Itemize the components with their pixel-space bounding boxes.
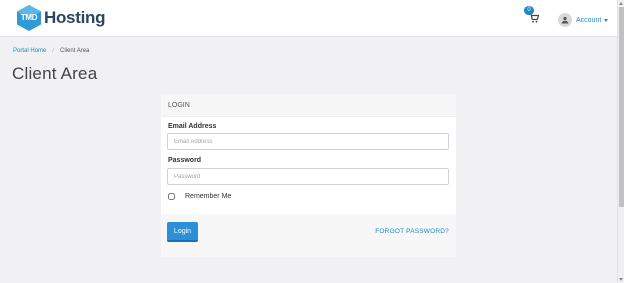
breadcrumb: Portal Home / Client Area — [13, 48, 89, 54]
email-label: Email Address — [168, 123, 217, 130]
user-icon — [558, 13, 572, 27]
remember-me-label[interactable]: Remember Me — [185, 193, 231, 200]
cart-count-badge: 0 — [524, 6, 534, 15]
remember-me-row: Remember Me — [168, 193, 231, 200]
login-panel-footer: Login FORGOT PASSWORD? — [161, 214, 456, 257]
login-panel: LOGIN Email Address Password Remember Me… — [161, 94, 456, 257]
email-field[interactable] — [167, 133, 449, 150]
account-menu-button[interactable]: Account — [558, 12, 609, 28]
breadcrumb-portal-home[interactable]: Portal Home — [13, 48, 46, 54]
login-button[interactable]: Login — [167, 222, 198, 242]
scrollbar-thumb[interactable] — [619, 7, 624, 207]
breadcrumb-separator: / — [52, 48, 55, 54]
remember-me-checkbox[interactable] — [168, 193, 175, 200]
account-label: Account — [576, 16, 602, 24]
scroll-down-arrow-icon[interactable] — [619, 278, 623, 281]
logo-text: Hosting — [44, 8, 106, 27]
top-navbar: TMD Hosting 0 Account — [0, 0, 617, 37]
logo[interactable]: TMD Hosting — [15, 4, 105, 32]
chevron-down-icon — [604, 18, 609, 22]
logo-hexagon-icon: TMD — [15, 4, 43, 32]
login-panel-heading: LOGIN — [161, 94, 456, 117]
vertical-scrollbar[interactable] — [617, 0, 624, 283]
breadcrumb-current: Client Area — [60, 48, 90, 54]
logo-mark-text: TMD — [20, 13, 38, 22]
page-title: Client Area — [12, 64, 98, 83]
password-label: Password — [168, 157, 202, 164]
forgot-password-link[interactable]: FORGOT PASSWORD? — [375, 228, 449, 235]
scroll-up-arrow-icon[interactable] — [619, 2, 623, 5]
password-field[interactable] — [167, 168, 449, 185]
